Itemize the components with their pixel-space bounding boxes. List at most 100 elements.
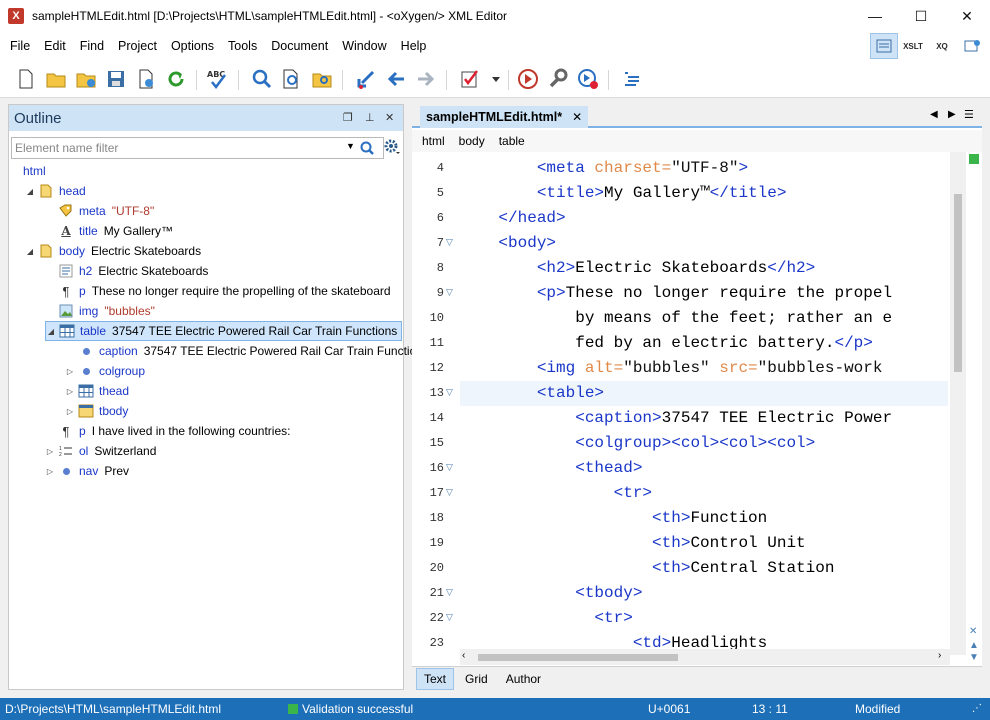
breadcrumb-item-html[interactable]: html bbox=[422, 134, 445, 148]
database-perspective-button[interactable] bbox=[958, 33, 986, 59]
menu-file[interactable]: File bbox=[4, 39, 36, 53]
vertical-scrollbar-thumb[interactable] bbox=[954, 194, 962, 372]
find-in-files-button[interactable] bbox=[280, 67, 304, 91]
tab-scroll-right-icon[interactable]: ▶ bbox=[948, 109, 956, 120]
code-line[interactable]: <tr> bbox=[460, 606, 632, 631]
fold-toggle-icon[interactable]: ▽ bbox=[446, 287, 453, 298]
outline-node-colgroup[interactable]: ▷ colgroup bbox=[65, 361, 151, 381]
outline-node-h2[interactable]: h2 Electric Skateboards bbox=[45, 261, 208, 281]
open-file-button[interactable] bbox=[44, 67, 68, 91]
code-line[interactable]: <tbody> bbox=[460, 581, 642, 606]
outline-node-meta[interactable]: meta "UTF-8" bbox=[45, 201, 154, 221]
outline-node-tbody[interactable]: ▷ tbody bbox=[65, 401, 134, 421]
code-line[interactable]: <img alt="bubbles" src="bubbles-work bbox=[460, 356, 883, 381]
close-button[interactable]: ✕ bbox=[944, 0, 990, 32]
outline-node-ol[interactable]: ▷ 1 2 ol Switzerland bbox=[45, 441, 156, 461]
close-tab-icon[interactable]: ✕ bbox=[572, 110, 582, 124]
menu-help[interactable]: Help bbox=[395, 39, 433, 53]
open-url-button[interactable] bbox=[74, 67, 98, 91]
expand-toggle-icon[interactable]: ◢ bbox=[46, 327, 56, 336]
outline-node-p[interactable]: ¶ p These no longer require the propelling… bbox=[45, 281, 391, 301]
fold-toggle-icon[interactable]: ▽ bbox=[446, 237, 453, 248]
search-icon[interactable] bbox=[360, 141, 374, 155]
fold-toggle-icon[interactable]: ▽ bbox=[446, 387, 453, 398]
code-text-area[interactable]: <meta charset="UTF-8"> <title>My Gallery… bbox=[460, 152, 948, 655]
breadcrumb-item-table[interactable]: table bbox=[499, 134, 525, 148]
menu-options[interactable]: Options bbox=[165, 39, 220, 53]
new-file-button[interactable] bbox=[14, 67, 38, 91]
code-line[interactable]: <th>Function bbox=[460, 506, 767, 531]
forward-button[interactable] bbox=[414, 67, 438, 91]
expand-toggle-icon[interactable]: ▷ bbox=[65, 387, 75, 396]
scroll-left-icon[interactable]: ‹ bbox=[462, 650, 465, 661]
fold-toggle-icon[interactable]: ▽ bbox=[446, 462, 453, 473]
find-button[interactable] bbox=[250, 67, 274, 91]
error-navigation-close-icon[interactable]: ✕ bbox=[969, 626, 977, 637]
expand-toggle-icon[interactable]: ▷ bbox=[65, 367, 75, 376]
vertical-scrollbar[interactable] bbox=[950, 152, 966, 655]
expand-toggle-icon[interactable]: ▷ bbox=[65, 407, 75, 416]
menu-find[interactable]: Find bbox=[74, 39, 110, 53]
format-indent-button[interactable] bbox=[620, 67, 644, 91]
breadcrumb-item-body[interactable]: body bbox=[459, 134, 485, 148]
back-button[interactable] bbox=[384, 67, 408, 91]
status-validation[interactable]: Validation successful bbox=[302, 702, 413, 716]
debug-scenario-button[interactable] bbox=[576, 67, 600, 91]
code-line[interactable]: <th>Central Station bbox=[460, 556, 834, 581]
menu-tools[interactable]: Tools bbox=[222, 39, 263, 53]
outline-node-caption[interactable]: caption 37547 TEE Electric Powered Rail C… bbox=[65, 341, 429, 361]
editor-perspective-button[interactable] bbox=[870, 33, 898, 59]
previous-error-icon[interactable]: ▲ bbox=[969, 640, 979, 651]
fold-toggle-icon[interactable]: ▽ bbox=[446, 587, 453, 598]
minimize-button[interactable]: — bbox=[852, 0, 898, 32]
tab-list-icon[interactable]: ☰ bbox=[964, 108, 974, 121]
save-button[interactable] bbox=[104, 67, 128, 91]
validate-button[interactable] bbox=[458, 67, 482, 91]
xpath-button[interactable] bbox=[354, 67, 378, 91]
code-line[interactable]: <title>My Gallery™</title> bbox=[460, 181, 787, 206]
reload-button[interactable] bbox=[164, 67, 188, 91]
code-line[interactable]: <tr> bbox=[460, 481, 652, 506]
element-name-filter-input[interactable] bbox=[12, 138, 342, 158]
menu-window[interactable]: Window bbox=[336, 39, 392, 53]
maximize-button[interactable]: ☐ bbox=[898, 0, 944, 32]
outline-node-html[interactable]: html bbox=[13, 161, 52, 181]
close-panel-icon[interactable]: ✕ bbox=[385, 111, 394, 124]
code-line[interactable]: <th>Control Unit bbox=[460, 531, 806, 556]
code-line[interactable]: <colgroup><col><col><col> bbox=[460, 431, 815, 456]
code-line[interactable]: <h2>Electric Skateboards</h2> bbox=[460, 256, 815, 281]
outline-node-head[interactable]: ◢ head bbox=[25, 181, 92, 201]
expand-toggle-icon[interactable]: ▷ bbox=[45, 467, 55, 476]
code-line[interactable]: </head> bbox=[460, 206, 565, 231]
outline-node-body[interactable]: ◢ body Electric Skateboards bbox=[25, 241, 201, 261]
configure-transformation-button[interactable] bbox=[546, 67, 570, 91]
code-line[interactable]: <meta charset="UTF-8"> bbox=[460, 156, 748, 181]
code-line[interactable]: <body> bbox=[460, 231, 556, 256]
float-panel-icon[interactable]: ❐ bbox=[343, 111, 353, 124]
code-line[interactable]: <table> bbox=[460, 381, 948, 406]
menu-document[interactable]: Document bbox=[265, 39, 334, 53]
filter-dropdown-icon[interactable]: ▼ bbox=[346, 141, 355, 151]
next-error-icon[interactable]: ▼ bbox=[969, 652, 979, 663]
code-line[interactable]: <thead> bbox=[460, 456, 642, 481]
fold-toggle-icon[interactable]: ▽ bbox=[446, 612, 453, 623]
mode-tab-text[interactable]: Text bbox=[416, 667, 455, 690]
code-line[interactable]: <p>These no longer require the propel bbox=[460, 281, 892, 306]
validate-dropdown-button[interactable] bbox=[484, 67, 508, 91]
editor-tab-active[interactable]: sampleHTMLEdit.html* ✕ bbox=[420, 106, 589, 128]
apply-transformation-button[interactable] bbox=[516, 67, 540, 91]
code-line[interactable]: fed by an electric battery.</p> bbox=[460, 331, 873, 356]
outline-node-nav[interactable]: ▷ nav Prev bbox=[45, 461, 129, 481]
horizontal-scrollbar-thumb[interactable] bbox=[478, 654, 678, 661]
mode-tab-grid[interactable]: Grid bbox=[458, 669, 495, 689]
outline-node-img[interactable]: img "bubbles" bbox=[45, 301, 155, 321]
outline-node-table[interactable]: ◢ table 37547 TEE Electric Powered Rail Ca… bbox=[45, 321, 403, 341]
expand-toggle-icon[interactable]: ▷ bbox=[45, 447, 55, 456]
tab-scroll-left-icon[interactable]: ◀ bbox=[930, 109, 938, 120]
xquery-perspective-button[interactable]: XQ bbox=[928, 33, 956, 59]
menu-project[interactable]: Project bbox=[112, 39, 163, 53]
code-line[interactable]: by means of the feet; rather an e bbox=[460, 306, 892, 331]
save-all-button[interactable] bbox=[134, 67, 158, 91]
expand-toggle-icon[interactable]: ◢ bbox=[25, 247, 35, 256]
expand-toggle-icon[interactable]: ◢ bbox=[25, 187, 35, 196]
